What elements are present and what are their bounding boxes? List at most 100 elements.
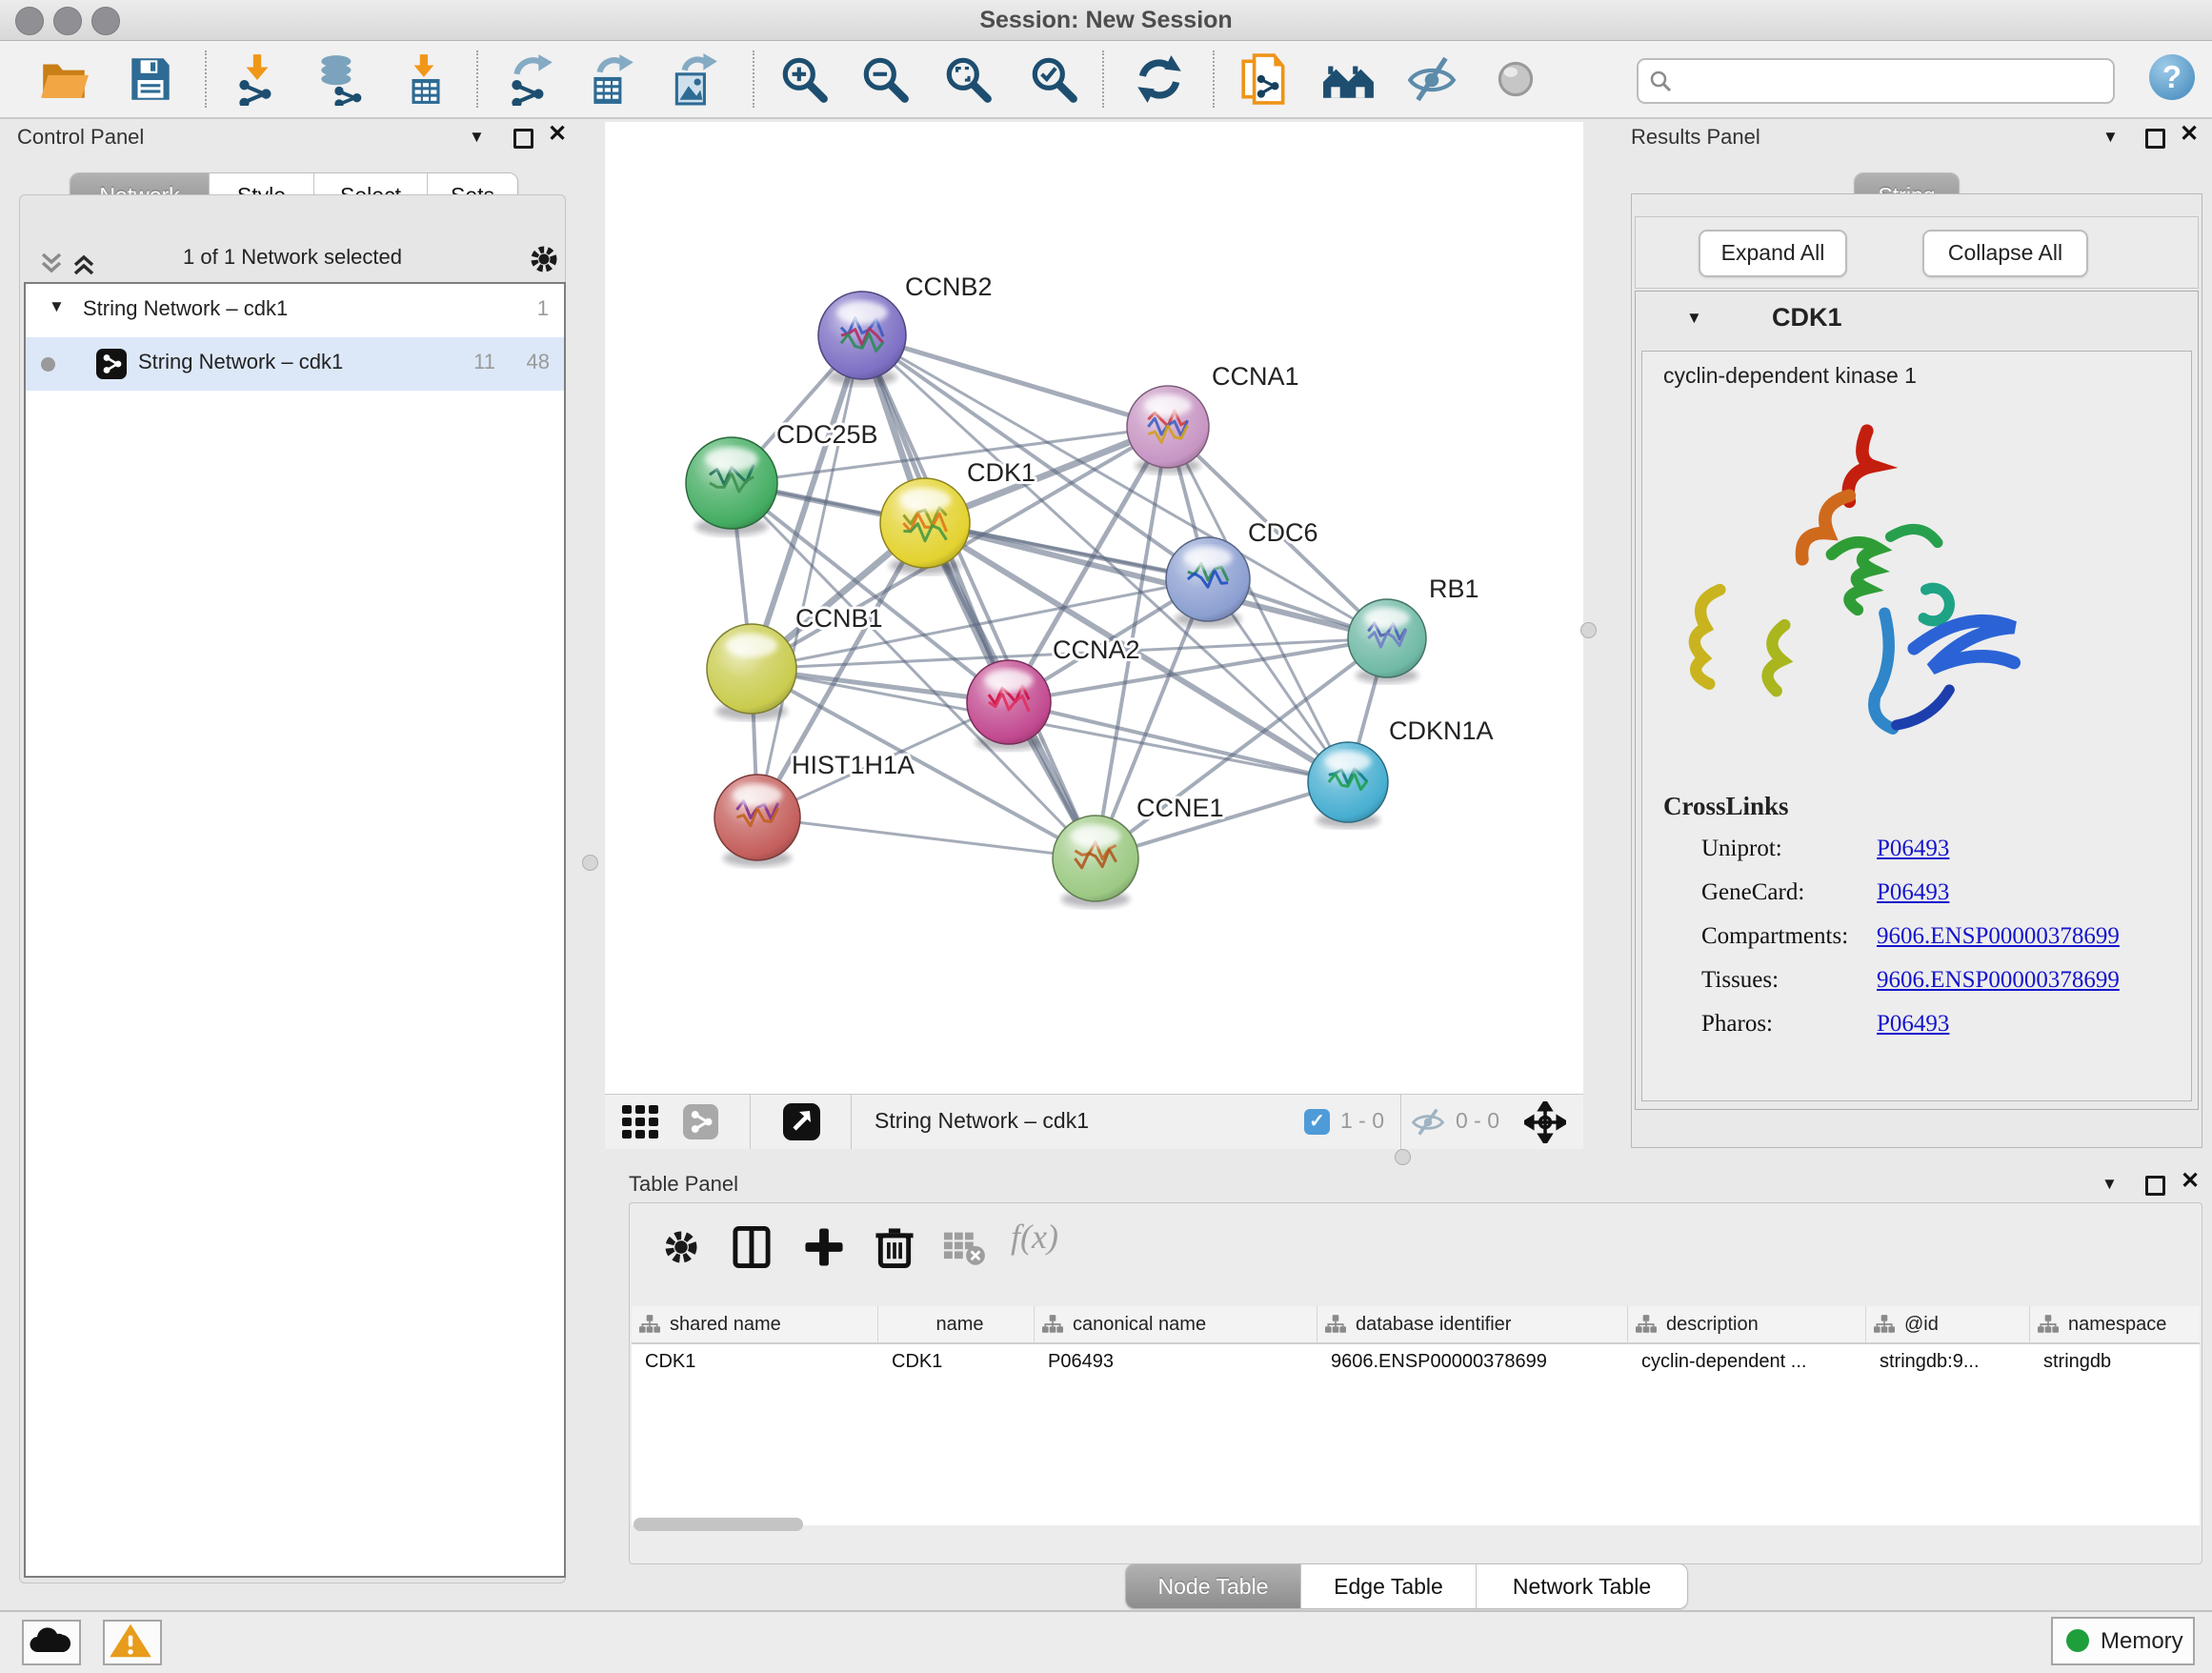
import-database-icon[interactable] [312,52,366,106]
table-cell[interactable]: 9606.ENSP00000378699 [1317,1344,1628,1382]
results-panel-collapse-icon[interactable]: ▼ [2102,128,2119,147]
crosslink-value-link[interactable]: P06493 [1877,836,1949,862]
show-columns-icon[interactable] [731,1226,773,1268]
export-table-icon[interactable] [584,52,637,106]
zoom-fit-icon[interactable] [941,52,995,106]
column-header-name[interactable]: name [878,1306,1035,1342]
table-cell[interactable]: stringdb:9... [1866,1344,2030,1382]
hidden-eye-icon[interactable] [1410,1107,1446,1138]
node-RB1[interactable]: RB1 [1348,574,1479,683]
table-hscrollbar[interactable] [633,1518,803,1531]
traffic-zoom-button[interactable] [91,7,120,35]
share-view-icon[interactable] [683,1104,718,1139]
table-cell[interactable]: CDK1 [878,1344,1035,1382]
network-collection-row[interactable]: ▼ String Network – cdk1 1 [26,284,564,337]
control-panel-float-icon[interactable] [513,129,533,149]
edge-CCNB2-CCNE1[interactable] [862,335,1096,858]
node-HIST1H1A[interactable]: HIST1H1A [714,751,915,867]
import-network-icon[interactable] [231,52,284,106]
table-row[interactable]: CDK1CDK1P064939606.ENSP00000378699cyclin… [632,1344,2200,1382]
column-header-shared-name[interactable]: shared name [632,1306,878,1342]
crosslink-row: GeneCard:P06493 [1642,879,2191,923]
table-panel-float-icon[interactable] [2145,1176,2165,1196]
node-label-CCNA1: CCNA1 [1212,362,1299,391]
entry-collapse-icon[interactable]: ▼ [1686,309,1702,328]
bottom-splitter-handle[interactable] [1395,1149,1411,1165]
tab-node-table[interactable]: Node Table [1126,1564,1301,1608]
node-label-RB1: RB1 [1429,574,1479,603]
column-header-canonical-name[interactable]: canonical name [1035,1306,1317,1342]
zoom-in-icon[interactable] [777,52,831,106]
crosslink-value-link[interactable]: 9606.ENSP00000378699 [1877,923,2120,950]
edge-HIST1H1A-CCNE1[interactable] [757,817,1096,858]
tab-network-table[interactable]: Network Table [1477,1564,1687,1608]
zoom-selected-icon[interactable] [1027,52,1080,106]
node-CCNB1[interactable]: CCNB1 [707,604,883,720]
function-builder-icon[interactable]: f(x) [1011,1217,1058,1257]
control-panel-collapse-icon[interactable]: ▼ [469,128,485,147]
column-header-description[interactable]: description [1628,1306,1866,1342]
column-header-database-identifier[interactable]: database identifier [1317,1306,1628,1342]
hide-selected-icon[interactable] [1405,52,1458,106]
edge-CCNB2-HIST1H1A[interactable] [757,335,862,817]
selected-checkbox-icon[interactable]: ✓ [1304,1109,1330,1135]
search-input[interactable] [1680,62,2103,98]
gear-icon[interactable] [527,242,561,276]
memory-button[interactable]: Memory [2051,1617,2195,1665]
table-cell[interactable]: CDK1 [632,1344,878,1382]
add-column-icon[interactable] [803,1226,845,1268]
node-CDC6[interactable]: CDC6 [1166,518,1318,628]
edge-CCNB2-CCNA1[interactable] [862,335,1168,427]
collapse-all-button[interactable]: Collapse All [1922,230,2088,277]
expand-all-button[interactable]: Expand All [1699,230,1847,277]
control-panel-close-icon[interactable]: ✕ [548,120,567,148]
save-session-icon[interactable] [124,52,177,106]
export-network-icon[interactable] [503,52,556,106]
table-cell[interactable]: P06493 [1035,1344,1317,1382]
left-splitter-handle[interactable] [582,855,598,871]
node-CCNA1[interactable]: CCNA1 [1127,362,1299,474]
import-table-icon[interactable] [399,52,452,106]
grid-view-icon[interactable] [622,1105,660,1139]
node-CCNE1[interactable]: CCNE1 [1053,794,1224,908]
table-cell[interactable]: stringdb [2030,1344,2200,1382]
traffic-close-button[interactable] [15,7,44,35]
birds-eye-icon[interactable] [783,1103,820,1140]
delete-table-icon[interactable] [944,1226,986,1268]
refresh-icon[interactable] [1133,52,1186,106]
traffic-minimize-button[interactable] [53,7,82,35]
table-cell[interactable]: cyclin-dependent ... [1628,1344,1866,1382]
column-tree-icon [1325,1314,1346,1335]
automation-cloud-button[interactable] [22,1620,81,1665]
crosslink-value-link[interactable]: P06493 [1877,879,1949,906]
zoom-out-icon[interactable] [858,52,912,106]
home-icon[interactable] [1322,52,1376,106]
column-header-namespace[interactable]: namespace [2030,1306,2200,1342]
status-bar: Memory [0,1610,2212,1673]
network-canvas[interactable]: CCNB2CCNA1CDC25BCDK1CDC6RB1CCNB1CCNA2CDK… [605,122,1583,1094]
edge-CCNA2-CDKN1A[interactable] [1009,702,1348,782]
node-CDKN1A[interactable]: CDKN1A [1308,716,1494,828]
show-all-icon[interactable] [1489,52,1542,106]
results-panel-close-icon[interactable]: ✕ [2180,120,2199,148]
warnings-button[interactable] [103,1620,162,1665]
delete-column-icon[interactable] [874,1226,915,1268]
crosslink-value-link[interactable]: 9606.ENSP00000378699 [1877,967,2120,994]
column-header--id[interactable]: @id [1866,1306,2030,1342]
export-image-icon[interactable] [667,52,720,106]
right-splitter-handle[interactable] [1580,622,1597,638]
toolbar-divider [851,1095,852,1149]
open-session-icon[interactable] [38,52,91,106]
tree-expand-icon[interactable]: ▼ [49,297,65,316]
tab-edge-table[interactable]: Edge Table [1301,1564,1477,1608]
share-document-icon[interactable] [1238,52,1292,106]
table-panel-collapse-icon[interactable]: ▼ [2101,1175,2118,1194]
crosslink-value-link[interactable]: P06493 [1877,1011,1949,1038]
table-panel-close-icon[interactable]: ✕ [2181,1167,2200,1195]
fit-crosshair-icon[interactable] [1524,1101,1566,1143]
help-icon[interactable]: ? [2149,54,2195,100]
results-panel-float-icon[interactable] [2145,129,2165,149]
table-gear-icon[interactable] [660,1226,702,1268]
search-box[interactable] [1637,58,2115,104]
network-row-selected[interactable]: String Network – cdk1 11 48 [26,337,564,391]
